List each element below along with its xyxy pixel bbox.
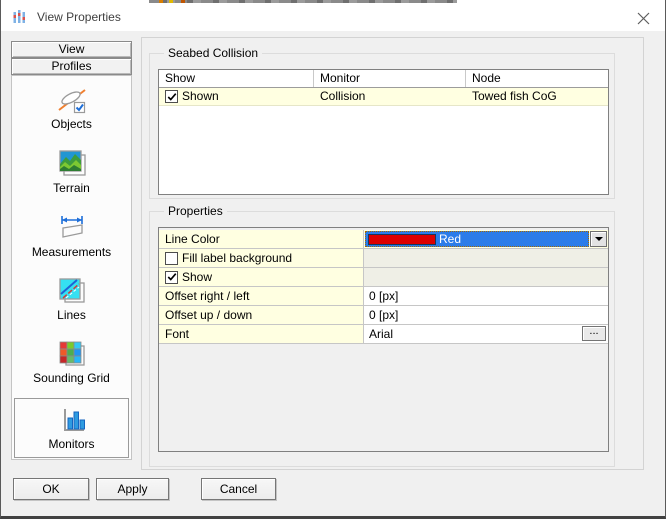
main-panel: Seabed Collision Show Monitor Node Shown (141, 37, 644, 470)
sidebar-item-monitors[interactable]: Monitors (14, 398, 129, 458)
objects-icon (56, 84, 88, 116)
shown-checkbox[interactable] (165, 90, 178, 103)
close-icon (637, 12, 650, 25)
profiles-icon-list: Objects Terrain Measurements (11, 75, 132, 460)
close-button[interactable] (627, 5, 659, 31)
show-cell: Shown (159, 88, 314, 105)
measurements-icon (56, 212, 88, 244)
apply-button[interactable]: Apply (96, 478, 169, 500)
table-row[interactable]: Shown Collision Towed fish CoG (159, 88, 608, 106)
property-row-line-color: Line Color Red (159, 230, 608, 249)
seabed-collision-table: Show Monitor Node Shown Collision T (158, 69, 609, 195)
properties-group: Properties Line Color Red (149, 211, 615, 467)
property-row-fill-label-background: Fill label background (159, 249, 608, 268)
sidebar-item-label: Measurements (14, 245, 129, 259)
terrain-icon (56, 148, 88, 180)
sidebar-item-label: Lines (14, 308, 129, 322)
sounding-grid-icon (56, 338, 88, 370)
color-swatch (368, 234, 436, 245)
sidebar-item-measurements[interactable]: Measurements (14, 212, 129, 259)
group-title: Seabed Collision (164, 46, 262, 60)
group-title: Properties (164, 204, 227, 218)
property-label: Offset right / left (159, 287, 364, 305)
property-row-offset-right-left: Offset right / left 0 [px] (159, 287, 608, 306)
seabed-collision-group: Seabed Collision Show Monitor Node Shown (149, 53, 615, 199)
monitor-cell: Collision (314, 88, 466, 105)
show-checkbox[interactable] (165, 271, 178, 284)
fill-label-background-checkbox[interactable] (165, 252, 178, 265)
node-cell: Towed fish CoG (466, 88, 608, 105)
column-header-show[interactable]: Show (159, 70, 314, 87)
font-picker-button[interactable]: ... (582, 326, 606, 341)
font-field[interactable]: Arial ... (364, 325, 608, 343)
property-label-cell: Show (159, 268, 364, 286)
sidebar-item-label: Monitors (15, 437, 128, 451)
table-header: Show Monitor Node (159, 70, 608, 88)
offset-right-left-field[interactable]: 0 [px] (364, 287, 608, 305)
sidebar-item-label: Sounding Grid (14, 371, 129, 385)
property-row-show: Show (159, 268, 608, 287)
column-header-monitor[interactable]: Monitor (314, 70, 466, 87)
property-label: Fill label background (182, 251, 292, 265)
title-bar: View Properties (1, 3, 665, 31)
property-row-offset-up-down: Offset up / down 0 [px] (159, 306, 608, 325)
property-label: Font (159, 325, 364, 343)
monitors-icon (56, 404, 88, 436)
line-color-dropdown[interactable]: Red (364, 230, 608, 248)
view-properties-dialog: View Properties View Profiles Objects (0, 0, 666, 519)
sliders-icon (12, 9, 28, 25)
dropdown-button[interactable] (590, 231, 607, 247)
shown-label: Shown (182, 88, 219, 105)
property-label: Show (182, 270, 212, 284)
check-icon (167, 92, 177, 102)
property-label: Offset up / down (159, 306, 364, 324)
sidebar-item-label: Objects (14, 117, 129, 131)
tab-profiles[interactable]: Profiles (11, 58, 132, 75)
sidebar-item-lines[interactable]: Lines (14, 275, 129, 322)
check-icon (167, 272, 177, 282)
selected-color-option: Red (365, 231, 589, 247)
lines-icon (56, 275, 88, 307)
empty-value-cell (364, 249, 608, 267)
sidebar-item-objects[interactable]: Objects (14, 84, 129, 131)
properties-grid: Line Color Red Fill label b (158, 227, 609, 452)
property-label-cell: Fill label background (159, 249, 364, 267)
cancel-button[interactable]: Cancel (201, 478, 276, 500)
property-label: Line Color (159, 230, 364, 248)
ok-button[interactable]: OK (13, 478, 89, 500)
font-value: Arial (369, 327, 393, 341)
column-header-node[interactable]: Node (466, 70, 608, 87)
sidebar-item-label: Terrain (14, 181, 129, 195)
empty-value-cell (364, 268, 608, 286)
chevron-down-icon (595, 237, 603, 241)
sidebar-item-sounding-grid[interactable]: Sounding Grid (14, 338, 129, 385)
window-title: View Properties (37, 10, 121, 24)
property-row-font: Font Arial ... (159, 325, 608, 344)
color-name: Red (439, 232, 461, 246)
tab-view[interactable]: View (11, 41, 132, 58)
offset-up-down-field[interactable]: 0 [px] (364, 306, 608, 324)
sidebar-item-terrain[interactable]: Terrain (14, 148, 129, 195)
